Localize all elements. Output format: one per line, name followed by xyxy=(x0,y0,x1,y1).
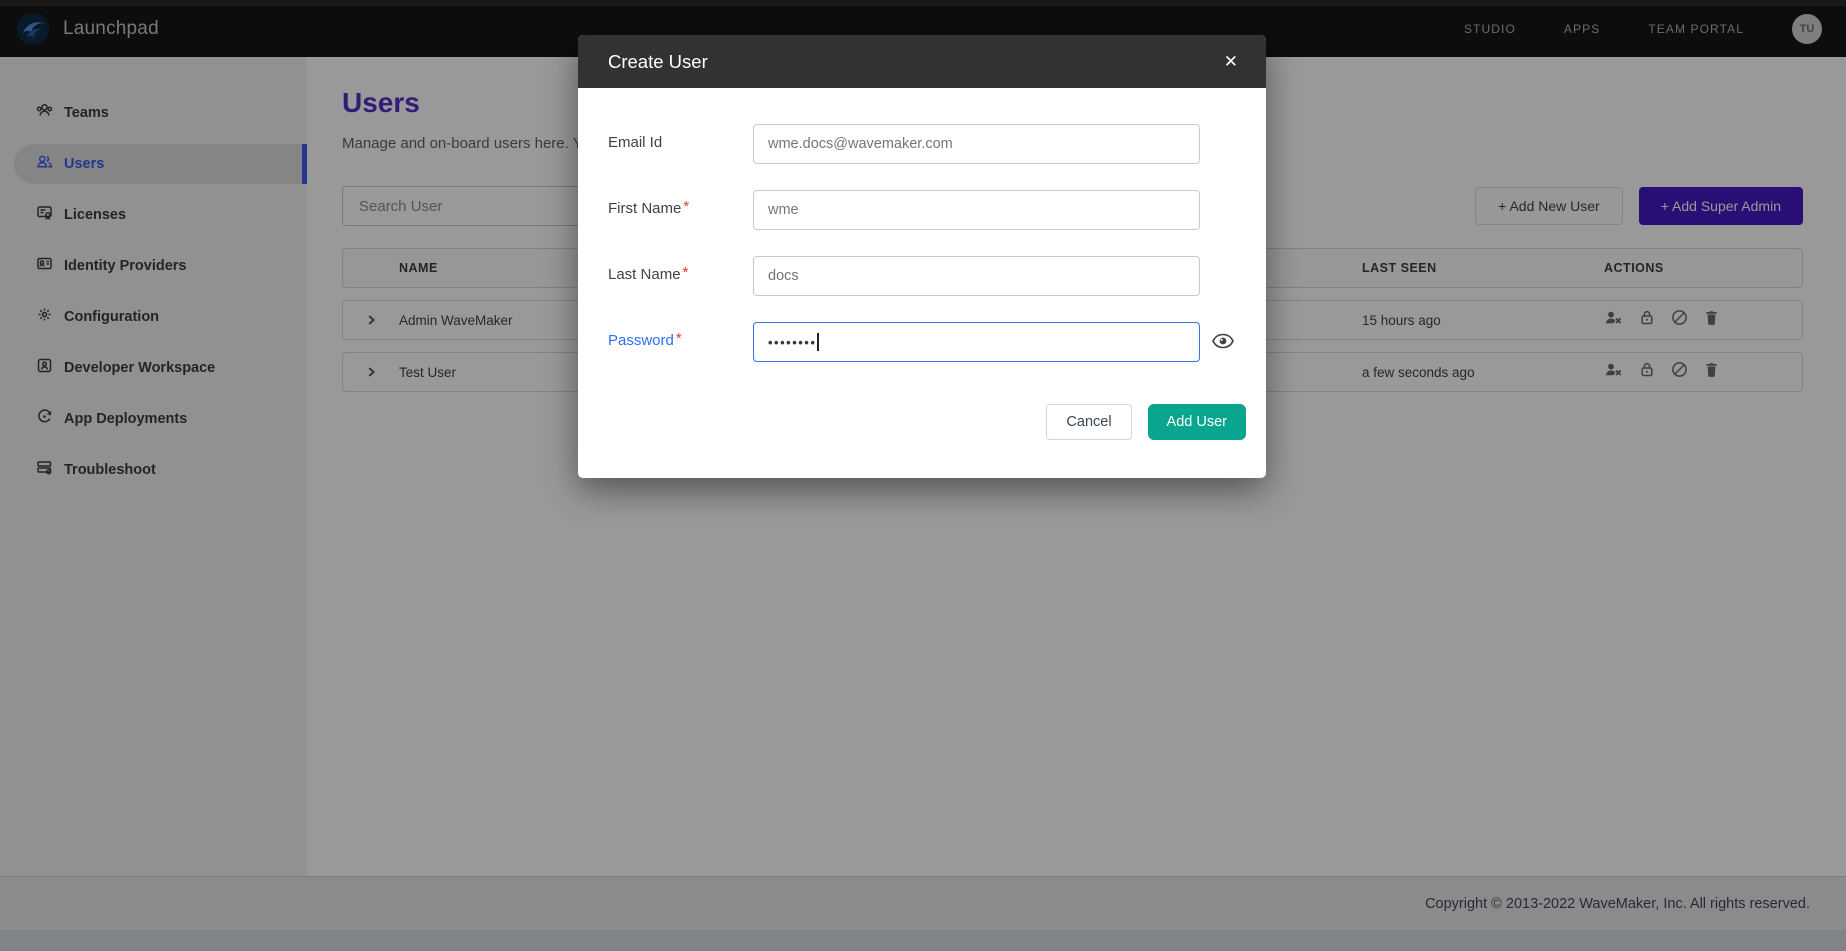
add-user-button[interactable]: Add User xyxy=(1148,404,1246,440)
app-window: Launchpad STUDIO APPS TEAM PORTAL TU Tea… xyxy=(0,0,1846,951)
cancel-button[interactable]: Cancel xyxy=(1046,404,1131,440)
email-field[interactable] xyxy=(753,124,1200,164)
modal-body: Email Id First Name* Last Name* Password… xyxy=(578,88,1266,478)
text-caret xyxy=(817,333,819,351)
email-field-row: Email Id xyxy=(608,124,1246,164)
password-masked-value: •••••••• xyxy=(768,335,816,350)
password-label: Password* xyxy=(608,322,753,349)
first-name-field-row: First Name* xyxy=(608,190,1246,230)
modal-header: Create User ✕ xyxy=(578,35,1266,88)
required-asterisk: * xyxy=(683,198,689,215)
last-name-field[interactable] xyxy=(753,256,1200,296)
modal-actions: Cancel Add User xyxy=(608,404,1246,440)
last-name-label: Last Name* xyxy=(608,256,753,283)
password-field[interactable]: •••••••• xyxy=(753,322,1200,362)
first-name-field[interactable] xyxy=(753,190,1200,230)
first-name-label: First Name* xyxy=(608,190,753,217)
close-icon[interactable]: ✕ xyxy=(1224,53,1238,70)
last-name-field-row: Last Name* xyxy=(608,256,1246,296)
modal-title: Create User xyxy=(608,51,708,73)
required-asterisk: * xyxy=(676,330,682,347)
required-asterisk: * xyxy=(683,264,689,281)
create-user-modal: Create User ✕ Email Id First Name* Last … xyxy=(578,35,1266,478)
email-label: Email Id xyxy=(608,124,753,151)
show-password-eye-icon[interactable] xyxy=(1200,322,1246,349)
password-field-row: Password* •••••••• xyxy=(608,322,1246,362)
